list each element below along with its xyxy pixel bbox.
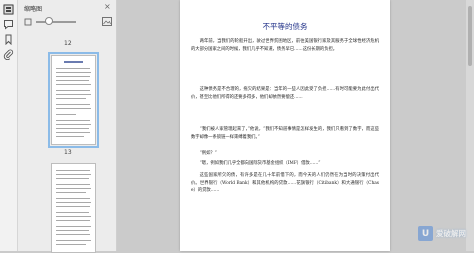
zoom-track[interactable] [36, 21, 76, 23]
paragraph: “例如？” [199, 151, 217, 156]
thumbnail-icon[interactable] [3, 4, 14, 15]
page-number-label: 12 [64, 40, 72, 47]
paragraph: 两年前，当我们的轮船开出，驶过世界贫困地区，前往美国银行家及其服务于全球性经济危… [191, 39, 379, 52]
zoom-in-icon[interactable] [102, 17, 112, 26]
panel-title: 缩略图 [24, 6, 43, 13]
watermark: U 爱破解网 [418, 226, 466, 241]
paragraph: “嗯，例如我们几乎全都向国际货币基金组织（IMF）借款……” [199, 161, 321, 166]
close-icon[interactable]: × [104, 3, 111, 11]
watermark-logo: U [418, 226, 433, 241]
left-toolbar [0, 0, 18, 251]
watermark-text: 爱破解网 [436, 229, 466, 238]
scrollbar-thumb[interactable] [468, 6, 472, 66]
paragraph: 这些国家所欠的债，有许多是在几十年前借下的，而今天的人们仍然在为当时的决策付出代… [191, 173, 379, 194]
zoom-out-icon[interactable] [24, 18, 32, 26]
comment-icon[interactable] [3, 19, 14, 30]
vertical-scrollbar[interactable] [466, 0, 474, 251]
page-thumbnail[interactable] [48, 52, 99, 148]
thumbnail-zoom-slider[interactable] [24, 17, 112, 27]
chapter-title: 不平等的债务 [262, 22, 308, 31]
paragraph: “我们被人家管理起来了，”他说，“我们不知道事情是怎样发生的，我们只看到了数字，… [191, 127, 379, 140]
zoom-knob[interactable] [45, 17, 53, 25]
document-page: 不平等的债务 两年前，当我们的轮船开出，驶过世界贫困地区，前往美国银行家及其服务… [180, 0, 390, 251]
page-thumbnail[interactable] [51, 163, 96, 253]
thumbnail-title-line [64, 61, 83, 63]
thumbnail-panel: 缩略图 × 12 13 [18, 0, 117, 253]
attachment-icon[interactable] [3, 49, 14, 60]
page-number-label: 13 [64, 149, 72, 156]
paragraph: 这种债务是不合理的，拖欠的结果是：当年的一些人因此受了负担……有时可能要为此付出… [191, 87, 379, 100]
bookmark-icon[interactable] [3, 34, 14, 45]
